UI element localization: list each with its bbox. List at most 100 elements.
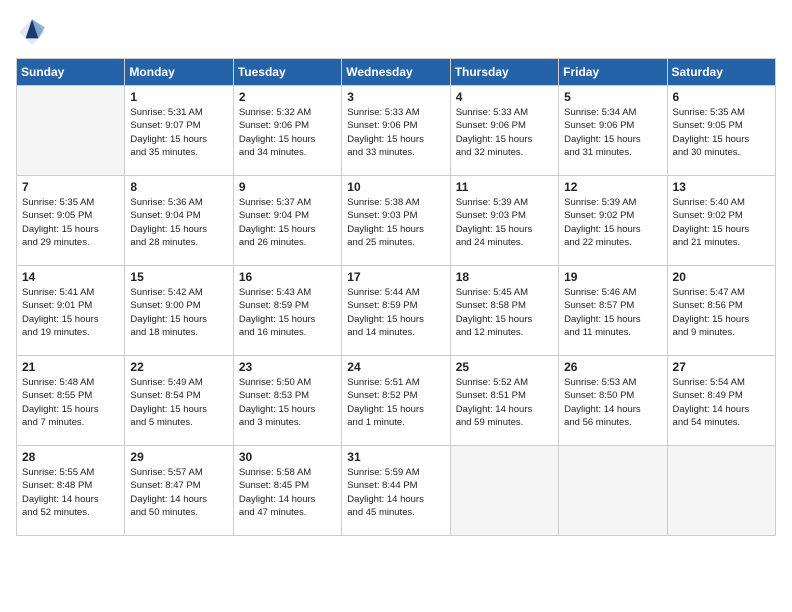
calendar-cell <box>17 86 125 176</box>
calendar-table: SundayMondayTuesdayWednesdayThursdayFrid… <box>16 58 776 536</box>
calendar-cell: 23 Sunrise: 5:50 AM Sunset: 8:53 PM Dayli… <box>233 356 341 446</box>
day-info: Sunrise: 5:41 AM Sunset: 9:01 PM Dayligh… <box>22 286 119 339</box>
day-number: 3 <box>347 90 444 104</box>
day-info: Sunrise: 5:54 AM Sunset: 8:49 PM Dayligh… <box>673 376 770 429</box>
calendar-cell: 19 Sunrise: 5:46 AM Sunset: 8:57 PM Dayli… <box>559 266 667 356</box>
day-number: 1 <box>130 90 227 104</box>
calendar-cell: 15 Sunrise: 5:42 AM Sunset: 9:00 PM Dayli… <box>125 266 233 356</box>
calendar-week-row: 1 Sunrise: 5:31 AM Sunset: 9:07 PM Daylig… <box>17 86 776 176</box>
calendar-cell: 14 Sunrise: 5:41 AM Sunset: 9:01 PM Dayli… <box>17 266 125 356</box>
day-info: Sunrise: 5:35 AM Sunset: 9:05 PM Dayligh… <box>22 196 119 249</box>
day-number: 6 <box>673 90 770 104</box>
calendar-cell: 11 Sunrise: 5:39 AM Sunset: 9:03 PM Dayli… <box>450 176 558 266</box>
day-number: 17 <box>347 270 444 284</box>
weekday-header: Sunday <box>17 59 125 86</box>
calendar-cell <box>559 446 667 536</box>
calendar-cell: 7 Sunrise: 5:35 AM Sunset: 9:05 PM Daylig… <box>17 176 125 266</box>
calendar-cell: 6 Sunrise: 5:35 AM Sunset: 9:05 PM Daylig… <box>667 86 775 176</box>
day-number: 26 <box>564 360 661 374</box>
day-info: Sunrise: 5:57 AM Sunset: 8:47 PM Dayligh… <box>130 466 227 519</box>
day-number: 28 <box>22 450 119 464</box>
day-number: 15 <box>130 270 227 284</box>
calendar-cell: 27 Sunrise: 5:54 AM Sunset: 8:49 PM Dayli… <box>667 356 775 446</box>
logo-icon <box>16 16 48 48</box>
day-number: 24 <box>347 360 444 374</box>
day-info: Sunrise: 5:33 AM Sunset: 9:06 PM Dayligh… <box>347 106 444 159</box>
calendar-cell: 28 Sunrise: 5:55 AM Sunset: 8:48 PM Dayli… <box>17 446 125 536</box>
day-info: Sunrise: 5:48 AM Sunset: 8:55 PM Dayligh… <box>22 376 119 429</box>
calendar-cell: 1 Sunrise: 5:31 AM Sunset: 9:07 PM Daylig… <box>125 86 233 176</box>
calendar-cell <box>450 446 558 536</box>
day-number: 10 <box>347 180 444 194</box>
calendar-cell: 9 Sunrise: 5:37 AM Sunset: 9:04 PM Daylig… <box>233 176 341 266</box>
day-info: Sunrise: 5:53 AM Sunset: 8:50 PM Dayligh… <box>564 376 661 429</box>
day-number: 20 <box>673 270 770 284</box>
day-info: Sunrise: 5:40 AM Sunset: 9:02 PM Dayligh… <box>673 196 770 249</box>
day-number: 31 <box>347 450 444 464</box>
day-info: Sunrise: 5:43 AM Sunset: 8:59 PM Dayligh… <box>239 286 336 339</box>
day-info: Sunrise: 5:39 AM Sunset: 9:03 PM Dayligh… <box>456 196 553 249</box>
calendar-cell: 17 Sunrise: 5:44 AM Sunset: 8:59 PM Dayli… <box>342 266 450 356</box>
day-number: 23 <box>239 360 336 374</box>
day-number: 29 <box>130 450 227 464</box>
calendar-cell: 16Sunrise: 5:43 AM Sunset: 8:59 PM Dayli… <box>233 266 341 356</box>
day-number: 18 <box>456 270 553 284</box>
calendar-cell: 2 Sunrise: 5:32 AM Sunset: 9:06 PM Daylig… <box>233 86 341 176</box>
day-info: Sunrise: 5:47 AM Sunset: 8:56 PM Dayligh… <box>673 286 770 339</box>
day-info: Sunrise: 5:52 AM Sunset: 8:51 PM Dayligh… <box>456 376 553 429</box>
weekday-header: Monday <box>125 59 233 86</box>
day-number: 25 <box>456 360 553 374</box>
weekday-header: Friday <box>559 59 667 86</box>
calendar-cell: 18 Sunrise: 5:45 AM Sunset: 8:58 PM Dayli… <box>450 266 558 356</box>
calendar-cell: 26 Sunrise: 5:53 AM Sunset: 8:50 PM Dayli… <box>559 356 667 446</box>
calendar-week-row: 21 Sunrise: 5:48 AM Sunset: 8:55 PM Dayli… <box>17 356 776 446</box>
calendar-cell: 3 Sunrise: 5:33 AM Sunset: 9:06 PM Daylig… <box>342 86 450 176</box>
day-number: 7 <box>22 180 119 194</box>
day-info: Sunrise: 5:59 AM Sunset: 8:44 PM Dayligh… <box>347 466 444 519</box>
calendar-cell: 21 Sunrise: 5:48 AM Sunset: 8:55 PM Dayli… <box>17 356 125 446</box>
day-number: 27 <box>673 360 770 374</box>
day-info: Sunrise: 5:33 AM Sunset: 9:06 PM Dayligh… <box>456 106 553 159</box>
calendar-week-row: 7 Sunrise: 5:35 AM Sunset: 9:05 PM Daylig… <box>17 176 776 266</box>
calendar-cell: 30Sunrise: 5:58 AM Sunset: 8:45 PM Dayli… <box>233 446 341 536</box>
day-info: Sunrise: 5:58 AM Sunset: 8:45 PM Dayligh… <box>239 466 336 519</box>
day-number: 9 <box>239 180 336 194</box>
calendar-cell: 10Sunrise: 5:38 AM Sunset: 9:03 PM Dayli… <box>342 176 450 266</box>
day-info: Sunrise: 5:36 AM Sunset: 9:04 PM Dayligh… <box>130 196 227 249</box>
day-info: Sunrise: 5:44 AM Sunset: 8:59 PM Dayligh… <box>347 286 444 339</box>
calendar-cell: 5Sunrise: 5:34 AM Sunset: 9:06 PM Daylig… <box>559 86 667 176</box>
day-info: Sunrise: 5:35 AM Sunset: 9:05 PM Dayligh… <box>673 106 770 159</box>
day-number: 12 <box>564 180 661 194</box>
weekday-header-row: SundayMondayTuesdayWednesdayThursdayFrid… <box>17 59 776 86</box>
calendar-cell: 12Sunrise: 5:39 AM Sunset: 9:02 PM Dayli… <box>559 176 667 266</box>
day-info: Sunrise: 5:50 AM Sunset: 8:53 PM Dayligh… <box>239 376 336 429</box>
day-number: 2 <box>239 90 336 104</box>
day-info: Sunrise: 5:45 AM Sunset: 8:58 PM Dayligh… <box>456 286 553 339</box>
weekday-header: Tuesday <box>233 59 341 86</box>
day-info: Sunrise: 5:51 AM Sunset: 8:52 PM Dayligh… <box>347 376 444 429</box>
day-info: Sunrise: 5:49 AM Sunset: 8:54 PM Dayligh… <box>130 376 227 429</box>
day-number: 21 <box>22 360 119 374</box>
calendar-cell: 24 Sunrise: 5:51 AM Sunset: 8:52 PM Dayli… <box>342 356 450 446</box>
calendar-week-row: 14 Sunrise: 5:41 AM Sunset: 9:01 PM Dayli… <box>17 266 776 356</box>
day-info: Sunrise: 5:31 AM Sunset: 9:07 PM Dayligh… <box>130 106 227 159</box>
day-info: Sunrise: 5:55 AM Sunset: 8:48 PM Dayligh… <box>22 466 119 519</box>
calendar-cell: 8 Sunrise: 5:36 AM Sunset: 9:04 PM Daylig… <box>125 176 233 266</box>
calendar-cell: 25 Sunrise: 5:52 AM Sunset: 8:51 PM Dayli… <box>450 356 558 446</box>
day-info: Sunrise: 5:34 AM Sunset: 9:06 PM Dayligh… <box>564 106 661 159</box>
day-number: 14 <box>22 270 119 284</box>
calendar-cell: 31 Sunrise: 5:59 AM Sunset: 8:44 PM Dayli… <box>342 446 450 536</box>
weekday-header: Thursday <box>450 59 558 86</box>
day-number: 11 <box>456 180 553 194</box>
calendar-cell: 13Sunrise: 5:40 AM Sunset: 9:02 PM Dayli… <box>667 176 775 266</box>
day-number: 8 <box>130 180 227 194</box>
day-info: Sunrise: 5:46 AM Sunset: 8:57 PM Dayligh… <box>564 286 661 339</box>
calendar-cell: 20 Sunrise: 5:47 AM Sunset: 8:56 PM Dayli… <box>667 266 775 356</box>
page-header <box>16 16 776 48</box>
logo <box>16 16 52 48</box>
day-info: Sunrise: 5:37 AM Sunset: 9:04 PM Dayligh… <box>239 196 336 249</box>
day-info: Sunrise: 5:42 AM Sunset: 9:00 PM Dayligh… <box>130 286 227 339</box>
day-number: 19 <box>564 270 661 284</box>
day-number: 4 <box>456 90 553 104</box>
day-info: Sunrise: 5:32 AM Sunset: 9:06 PM Dayligh… <box>239 106 336 159</box>
